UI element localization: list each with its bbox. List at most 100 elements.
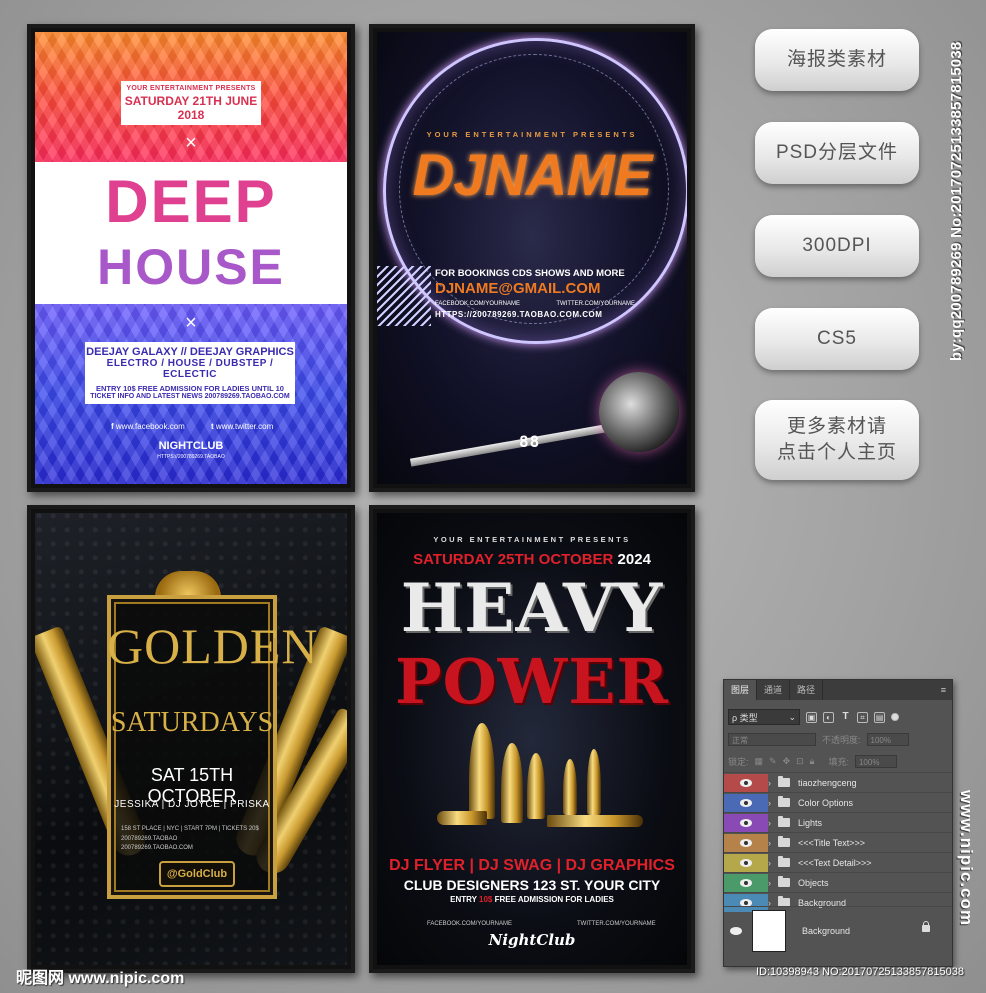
bullet-5 [587, 749, 601, 815]
layer-name: Color Options [798, 797, 854, 808]
blend-row: 正常 不透明度: 100% [724, 728, 952, 750]
tab-paths[interactable]: 路径 [790, 680, 824, 700]
djs-text: JESSIKA | DJ JOYCE | PRISKA [114, 799, 270, 810]
bullet-2 [501, 743, 523, 823]
info-box: DEEJAY GALAXY // DEEJAY GRAPHICS ELECTRO… [85, 342, 295, 404]
visibility-toggle[interactable] [724, 833, 768, 852]
folder-icon [778, 856, 790, 867]
poster-deep-house[interactable]: YOUR ENTERTAINMENT PRESENTS SATURDAY 21T… [27, 24, 355, 492]
button-cs5[interactable]: CS5 [755, 308, 919, 370]
lock-icon [922, 921, 930, 932]
lock-brush-icon[interactable]: ✎ [769, 756, 777, 767]
button-300dpi[interactable]: 300DPI [755, 215, 919, 277]
fill-label: 填充: [828, 756, 849, 767]
eye-icon [740, 858, 752, 867]
poster-canvas: YOUR ENTERTAINMENT PRESENTS DJNAME FOR B… [377, 32, 687, 484]
lock-row: 锁定: ▦ ✎ ✥ ⊡ 🔒︎ 填充: 100% [724, 750, 952, 772]
genres-text: ELECTRO / HOUSE / DUBSTEP / ECLECTIC [106, 358, 274, 380]
cross-top: × [185, 132, 197, 154]
watermark-site-vertical: www.nipic.com [957, 790, 976, 927]
title-golden: GOLDEN [107, 618, 319, 674]
filter-toggle-icon[interactable] [891, 713, 899, 721]
bullet-lying-1 [437, 811, 487, 825]
visibility-toggle[interactable] [724, 873, 768, 892]
layer-name: Objects [798, 877, 829, 888]
layer-name: Lights [798, 817, 823, 828]
chevron-right-icon[interactable]: › [768, 818, 778, 828]
filter-shape-icon[interactable]: ⌗ [857, 711, 868, 723]
twitter-text: t www.twitter.com [211, 422, 274, 431]
address-text: CLUB DESIGNERS 123 ST. YOUR CITY [403, 877, 661, 893]
layer-row[interactable]: › Color Options [724, 792, 952, 812]
button-psd-layered[interactable]: PSD分层文件 [755, 122, 919, 184]
layer-name: <<<Title Text>>> [798, 837, 866, 848]
address-text: 158 ST PLACE | NYC | START 7PM | TICKETS… [121, 826, 259, 832]
layers-panel[interactable]: 图层 通道 路径 ≡ ρ 类型 ⌄ ▣ ◐ T ⌗ ▤ 正常 不透明度: 100%… [723, 679, 953, 967]
bullet-3 [527, 753, 545, 819]
fill-input[interactable]: 100% [854, 754, 897, 768]
lock-move-icon[interactable]: ✥ [783, 756, 791, 767]
layer-row[interactable]: › Objects [724, 872, 952, 892]
tab-layers[interactable]: 图层 [724, 680, 758, 700]
layer-row[interactable]: › Lights [724, 812, 952, 832]
filter-type-icon[interactable]: T [840, 711, 851, 723]
lock-all-icon[interactable]: 🔒︎ [810, 756, 815, 767]
button-poster-material[interactable]: 海报类素材 [755, 29, 919, 91]
filter-pixel-icon[interactable]: ▣ [806, 711, 817, 723]
poster-canvas: YOUR ENTERTAINMENT PRESENTS SATURDAY 21T… [35, 32, 347, 484]
chevron-right-icon[interactable]: › [768, 878, 778, 888]
chevron-right-icon[interactable]: › [768, 798, 778, 808]
layer-row[interactable]: › <<<Text Detail>>> [724, 852, 952, 872]
poster-heavy-power[interactable]: YOUR ENTERTAINMENT PRESENTS SATURDAY 25T… [369, 505, 695, 973]
visibility-toggle[interactable] [724, 813, 768, 832]
layer-thumbnail [752, 910, 786, 952]
filter-smart-icon[interactable]: ▤ [874, 711, 885, 723]
web-text: 200789269.TAOBAO.COM [121, 845, 193, 852]
watermark-vertical-id: by:qq200789269 No:20170725133857815038 [948, 41, 965, 361]
filter-kind-select[interactable]: ρ 类型 ⌄ [728, 709, 800, 725]
button-more-materials[interactable]: 更多素材请 点击个人主页 [755, 400, 919, 480]
eye-icon[interactable] [730, 927, 742, 935]
address-block: 158 ST PLACE | NYC | START 7PM | TICKETS… [121, 825, 259, 854]
club-url: HTTPS://200789269.TAOBAO [157, 454, 225, 460]
nipic-logo: 昵图网 www.nipic.com [16, 970, 185, 987]
poster-golden-saturdays[interactable]: GOLDEN SATURDAYS SAT 15TH OCTOBER JESSIK… [27, 505, 355, 973]
bullet-4 [563, 759, 577, 815]
eye-icon [740, 878, 752, 887]
background-layer-row[interactable]: Background [724, 906, 952, 955]
opacity-input[interactable]: 100% [866, 732, 909, 746]
poster-canvas: YOUR ENTERTAINMENT PRESENTS SATURDAY 25T… [377, 513, 687, 965]
panel-tabs: 图层 通道 路径 ≡ [724, 680, 952, 700]
bullet-1 [469, 723, 495, 819]
booking-info: FOR BOOKINGS CDS SHOWS AND MORE DJNAME@G… [435, 268, 635, 319]
more-line1: 更多素材请 [786, 416, 887, 438]
chevron-right-icon[interactable]: › [768, 838, 778, 848]
opacity-label: 不透明度: [822, 734, 861, 745]
visibility-toggle[interactable] [724, 793, 768, 812]
blend-mode-select[interactable]: 正常 [728, 732, 816, 746]
layer-row[interactable]: › <<<Title Text>>> [724, 832, 952, 852]
title-deep: DEEP [105, 168, 277, 235]
title-house: HOUSE [97, 239, 285, 295]
djs-text: DEEJAY GALAXY // DEEJAY GRAPHICS [86, 346, 294, 358]
layer-row[interactable]: › tiaozhengceng [724, 772, 952, 792]
tab-channels[interactable]: 通道 [757, 680, 791, 700]
facebook-text: f www.facebook.com [111, 422, 185, 431]
folder-icon [778, 816, 790, 827]
panel-menu-icon[interactable]: ≡ [935, 680, 952, 700]
chevron-right-icon[interactable]: › [768, 778, 778, 788]
filter-row: ρ 类型 ⌄ ▣ ◐ T ⌗ ▤ [724, 706, 952, 728]
visibility-toggle[interactable] [724, 853, 768, 872]
chevron-right-icon[interactable]: › [768, 858, 778, 868]
watermark-bottom-id: ID:10398943 NO:20170725133857815038 [756, 966, 964, 978]
email-text: DJNAME@GMAIL.COM [435, 280, 601, 297]
lock-artboard-icon[interactable]: ⊡ [796, 756, 804, 767]
lock-transparent-icon[interactable]: ▦ [755, 756, 764, 767]
filter-adjust-icon[interactable]: ◐ [823, 711, 834, 723]
visibility-toggle[interactable] [724, 773, 768, 792]
date-banner: YOUR ENTERTAINMENT PRESENTS SATURDAY 21T… [121, 81, 261, 125]
poster-dj-name[interactable]: YOUR ENTERTAINMENT PRESENTS DJNAME FOR B… [369, 24, 695, 492]
ticket-text: TICKET INFO AND LATEST NEWS 200789269.TA… [90, 393, 290, 400]
chevron-down-icon: ⌄ [788, 711, 796, 722]
social-row: FACEBOOK.COM/YOURNAME TWITTER.COM/YOURNA… [435, 301, 635, 307]
